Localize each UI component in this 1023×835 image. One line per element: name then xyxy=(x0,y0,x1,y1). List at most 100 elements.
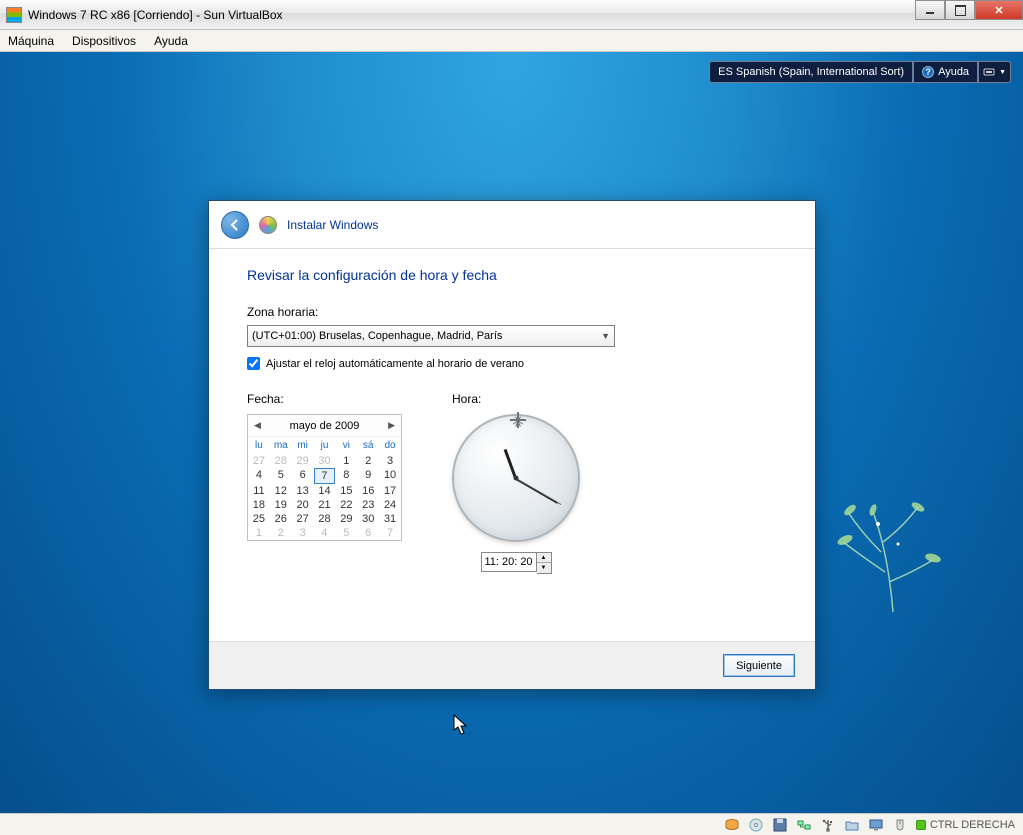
vbox-menubar: Máquina Dispositivos Ayuda xyxy=(0,30,1023,52)
minimize-button[interactable] xyxy=(915,0,945,20)
date-column: Fecha: ◀ mayo de 2009 ▶ lumamijuvisádo27… xyxy=(247,392,402,574)
menu-ayuda[interactable]: Ayuda xyxy=(154,34,188,48)
calendar-day[interactable]: 22 xyxy=(335,498,357,512)
calendar-day[interactable]: 8 xyxy=(335,468,357,484)
calendar-day[interactable]: 19 xyxy=(270,498,292,512)
help-button[interactable]: ? Ayuda xyxy=(913,61,978,83)
calendar-next-month[interactable]: ▶ xyxy=(388,420,395,431)
calendar-day[interactable]: 7 xyxy=(314,468,336,484)
host-key-led-icon xyxy=(916,820,926,830)
calendar-day[interactable]: 20 xyxy=(292,498,314,512)
calendar-day[interactable]: 28 xyxy=(314,512,336,526)
status-network-icon[interactable] xyxy=(796,817,812,833)
help-label: Ayuda xyxy=(938,66,969,78)
status-mouse-icon[interactable] xyxy=(892,817,908,833)
language-selector[interactable]: ES Spanish (Spain, International Sort) xyxy=(709,61,913,83)
calendar-day[interactable]: 9 xyxy=(357,468,379,484)
status-hdd-icon[interactable] xyxy=(724,817,740,833)
time-label: Hora: xyxy=(452,392,580,406)
status-cd-icon[interactable] xyxy=(748,817,764,833)
calendar-day[interactable]: 25 xyxy=(248,512,270,526)
calendar-day: 28 xyxy=(270,454,292,468)
vbox-window-title: Windows 7 RC x86 [Corriendo] - Sun Virtu… xyxy=(28,8,283,22)
calendar-day-header: vi xyxy=(335,437,357,454)
calendar-day[interactable]: 29 xyxy=(335,512,357,526)
section-heading: Revisar la configuración de hora y fecha xyxy=(247,267,777,283)
calendar-day[interactable]: 17 xyxy=(379,484,401,498)
calendar-day[interactable]: 5 xyxy=(270,468,292,484)
calendar-grid: lumamijuvisádo27282930123456789101112131… xyxy=(248,437,401,540)
calendar-day-header: sá xyxy=(357,437,379,454)
background-leaf-graphic xyxy=(823,482,963,622)
calendar-day-header: mi xyxy=(292,437,314,454)
calendar-day[interactable]: 24 xyxy=(379,498,401,512)
calendar-day[interactable]: 23 xyxy=(357,498,379,512)
install-wizard: Instalar Windows Revisar la configuració… xyxy=(208,200,816,690)
close-button[interactable] xyxy=(975,0,1023,20)
calendar-day: 7 xyxy=(379,526,401,540)
calendar-day[interactable]: 3 xyxy=(379,454,401,468)
back-button[interactable] xyxy=(221,211,249,239)
time-input[interactable] xyxy=(481,552,537,572)
calendar-day: 27 xyxy=(248,454,270,468)
calendar-day[interactable]: 27 xyxy=(292,512,314,526)
calendar-day[interactable]: 6 xyxy=(292,468,314,484)
wizard-header: Instalar Windows xyxy=(209,201,815,249)
calendar-prev-month[interactable]: ◀ xyxy=(254,420,261,431)
calendar-day[interactable]: 11 xyxy=(248,484,270,498)
vbox-titlebar: Windows 7 RC x86 [Corriendo] - Sun Virtu… xyxy=(0,0,1023,30)
dst-checkbox[interactable] xyxy=(247,357,260,370)
wizard-footer: Siguiente xyxy=(209,641,815,689)
calendar-day[interactable]: 1 xyxy=(335,454,357,468)
calendar-day[interactable]: 15 xyxy=(335,484,357,498)
date-label: Fecha: xyxy=(247,392,402,406)
calendar-day: 30 xyxy=(314,454,336,468)
wizard-title: Instalar Windows xyxy=(287,218,378,232)
calendar-day[interactable]: 4 xyxy=(248,468,270,484)
host-key-label: CTRL DERECHA xyxy=(930,819,1015,831)
keyboard-options[interactable]: ▼ xyxy=(978,61,1011,83)
calendar-day-header: ma xyxy=(270,437,292,454)
time-spin-up[interactable]: ▲ xyxy=(537,553,551,563)
calendar-day[interactable]: 26 xyxy=(270,512,292,526)
calendar-day: 2 xyxy=(270,526,292,540)
host-key-indicator: CTRL DERECHA xyxy=(916,819,1015,831)
status-display-icon[interactable] xyxy=(868,817,884,833)
calendar-day[interactable]: 16 xyxy=(357,484,379,498)
time-spinner: ▲ ▼ xyxy=(537,552,552,574)
status-floppy-icon[interactable] xyxy=(772,817,788,833)
arrow-left-icon xyxy=(228,218,242,232)
calendar-day-header: ju xyxy=(314,437,336,454)
calendar-day[interactable]: 12 xyxy=(270,484,292,498)
calendar-day[interactable]: 31 xyxy=(379,512,401,526)
date-time-row: Fecha: ◀ mayo de 2009 ▶ lumamijuvisádo27… xyxy=(247,392,777,574)
virtualbox-window: Windows 7 RC x86 [Corriendo] - Sun Virtu… xyxy=(0,0,1023,835)
calendar-day[interactable]: 18 xyxy=(248,498,270,512)
calendar-day[interactable]: 2 xyxy=(357,454,379,468)
maximize-button[interactable] xyxy=(945,0,975,20)
calendar-day[interactable]: 21 xyxy=(314,498,336,512)
calendar-day[interactable]: 30 xyxy=(357,512,379,526)
calendar-day[interactable]: 10 xyxy=(379,468,401,484)
calendar-day: 6 xyxy=(357,526,379,540)
timezone-value: (UTC+01:00) Bruselas, Copenhague, Madrid… xyxy=(252,330,502,342)
calendar-month-year: mayo de 2009 xyxy=(290,420,360,432)
calendar-header: ◀ mayo de 2009 ▶ xyxy=(248,415,401,437)
vbox-app-icon xyxy=(6,7,22,23)
mouse-cursor-icon xyxy=(453,714,469,736)
calendar-day: 4 xyxy=(314,526,336,540)
timezone-select[interactable]: (UTC+01:00) Bruselas, Copenhague, Madrid… xyxy=(247,325,615,347)
calendar-day[interactable]: 13 xyxy=(292,484,314,498)
calendar-day[interactable]: 14 xyxy=(314,484,336,498)
time-spin-down[interactable]: ▼ xyxy=(537,563,551,573)
next-button[interactable]: Siguiente xyxy=(723,654,795,677)
menu-dispositivos[interactable]: Dispositivos xyxy=(72,34,136,48)
status-usb-icon[interactable] xyxy=(820,817,836,833)
dst-checkbox-row[interactable]: Ajustar el reloj automáticamente al hora… xyxy=(247,357,777,370)
wizard-body: Revisar la configuración de hora y fecha… xyxy=(209,249,815,641)
clock-container: ▲ ▼ xyxy=(452,414,580,574)
clock-hour-hand xyxy=(504,449,518,480)
dst-checkbox-label: Ajustar el reloj automáticamente al hora… xyxy=(266,358,524,370)
status-shared-folders-icon[interactable] xyxy=(844,817,860,833)
menu-maquina[interactable]: Máquina xyxy=(8,34,54,48)
